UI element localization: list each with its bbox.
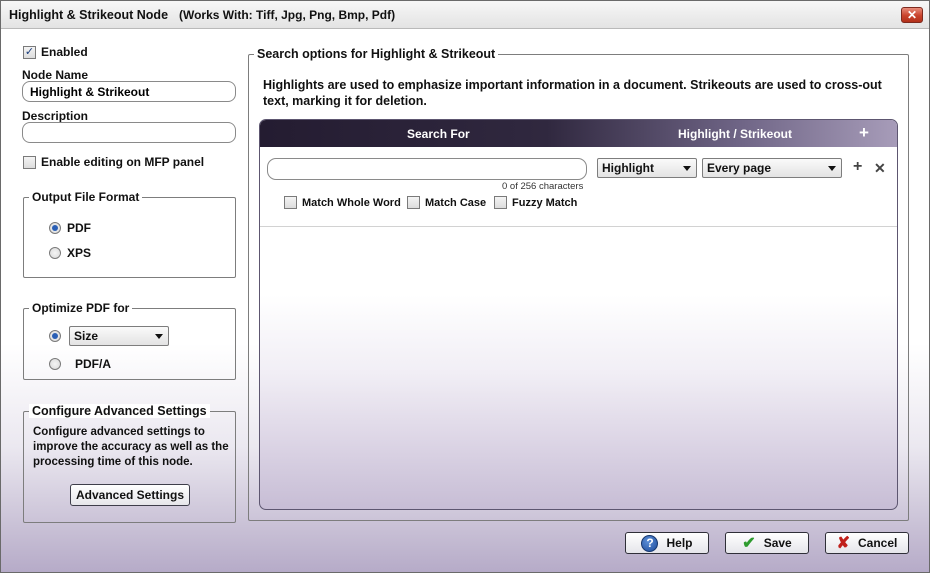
description-input[interactable] (22, 122, 236, 143)
radio-row-xps[interactable]: XPS (49, 246, 91, 260)
x-mark-icon: ✘ (836, 535, 851, 552)
output-format-legend: Output File Format (29, 190, 143, 204)
xps-radio-label: XPS (67, 246, 92, 260)
size-select-value: Size (74, 329, 99, 343)
column-header-search-for: Search For (407, 127, 470, 141)
advanced-settings-button[interactable]: Advanced Settings (70, 484, 190, 506)
highlight-mode-select[interactable]: Highlight (597, 158, 697, 178)
row-divider (260, 226, 897, 227)
save-button-label: Save (763, 536, 792, 550)
match-whole-word-checkbox[interactable] (284, 196, 297, 209)
mfp-label: Enable editing on MFP panel (41, 155, 205, 169)
node-name-input[interactable] (22, 81, 236, 102)
pdfa-radio-label: PDF/A (75, 357, 111, 371)
enabled-checkbox[interactable]: ✓ (23, 45, 36, 59)
enabled-checkbox-row[interactable]: ✓ Enabled (23, 45, 88, 59)
mfp-checkbox-row[interactable]: Enable editing on MFP panel (23, 155, 204, 169)
advanced-settings-group: Configure Advanced Settings Configure ad… (23, 404, 236, 523)
radio-row-pdfa[interactable]: PDF/A (49, 357, 111, 371)
pdf-radio[interactable] (49, 222, 61, 234)
character-count: 0 of 256 characters (502, 181, 584, 192)
help-icon: ? (641, 534, 659, 552)
output-format-group: Output File Format PDF XPS (23, 190, 236, 278)
save-button[interactable]: ✔ Save (725, 532, 809, 554)
advanced-settings-legend: Configure Advanced Settings (29, 404, 210, 418)
add-row-icon[interactable]: + (853, 159, 862, 175)
remove-row-icon[interactable]: ✕ (874, 161, 886, 175)
search-term-input[interactable] (267, 158, 587, 180)
page-range-value: Every page (707, 161, 772, 175)
chevron-down-icon (828, 166, 836, 171)
help-button-label: Help (666, 536, 693, 550)
window-subtitle: (Works With: Tiff, Jpg, Png, Bmp, Pdf) (179, 8, 396, 22)
search-options-description: Highlights are used to emphasize importa… (263, 78, 882, 108)
enabled-label: Enabled (41, 45, 88, 59)
fuzzy-match-row[interactable]: Fuzzy Match (494, 196, 577, 209)
mfp-checkbox[interactable] (23, 155, 36, 169)
search-options-legend: Search options for Highlight & Strikeout (254, 47, 499, 61)
help-button[interactable]: ? Help (625, 532, 709, 554)
close-button[interactable]: ✕ (901, 7, 923, 23)
title-bar: Highlight & Strikeout Node (Works With: … (1, 1, 929, 29)
description-label: Description (22, 109, 89, 123)
optimize-pdf-legend: Optimize PDF for (29, 301, 133, 315)
pdf-radio-label: PDF (67, 221, 91, 235)
fuzzy-match-label: Fuzzy Match (512, 196, 578, 209)
cancel-button-label: Cancel (858, 536, 898, 550)
node-name-label: Node Name (22, 68, 89, 82)
column-header-highlight-strikeout: Highlight / Strikeout (678, 127, 792, 141)
dialog-window: Highlight & Strikeout Node (Works With: … (0, 0, 930, 573)
highlight-mode-value: Highlight (602, 161, 654, 175)
match-case-row[interactable]: Match Case (407, 196, 486, 209)
checkmark-icon: ✔ (742, 535, 756, 552)
optimize-pdf-group: Optimize PDF for Size PDF/A (23, 301, 236, 380)
match-whole-word-row[interactable]: Match Whole Word (284, 196, 401, 209)
match-case-label: Match Case (425, 196, 487, 209)
advanced-settings-description: Configure advanced settings to improve t… (33, 426, 229, 468)
match-case-checkbox[interactable] (407, 196, 420, 209)
chevron-down-icon (155, 334, 163, 339)
size-select[interactable]: Size (69, 326, 169, 346)
search-terms-header: Search For Highlight / Strikeout + (260, 120, 897, 147)
add-row-header-icon[interactable]: + (859, 123, 869, 143)
window-title: Highlight & Strikeout Node (9, 8, 169, 22)
page-range-select[interactable]: Every page (702, 158, 842, 178)
size-radio[interactable] (49, 330, 61, 342)
pdfa-radio[interactable] (49, 358, 61, 370)
cancel-button[interactable]: ✘ Cancel (825, 532, 909, 554)
close-icon: ✕ (906, 8, 918, 22)
fuzzy-match-checkbox[interactable] (494, 196, 507, 209)
radio-row-pdf[interactable]: PDF (49, 221, 91, 235)
match-whole-word-label: Match Whole Word (302, 196, 401, 209)
chevron-down-icon (683, 166, 691, 171)
xps-radio[interactable] (49, 247, 61, 259)
search-terms-panel: Search For Highlight / Strikeout + 0 of … (259, 119, 898, 510)
